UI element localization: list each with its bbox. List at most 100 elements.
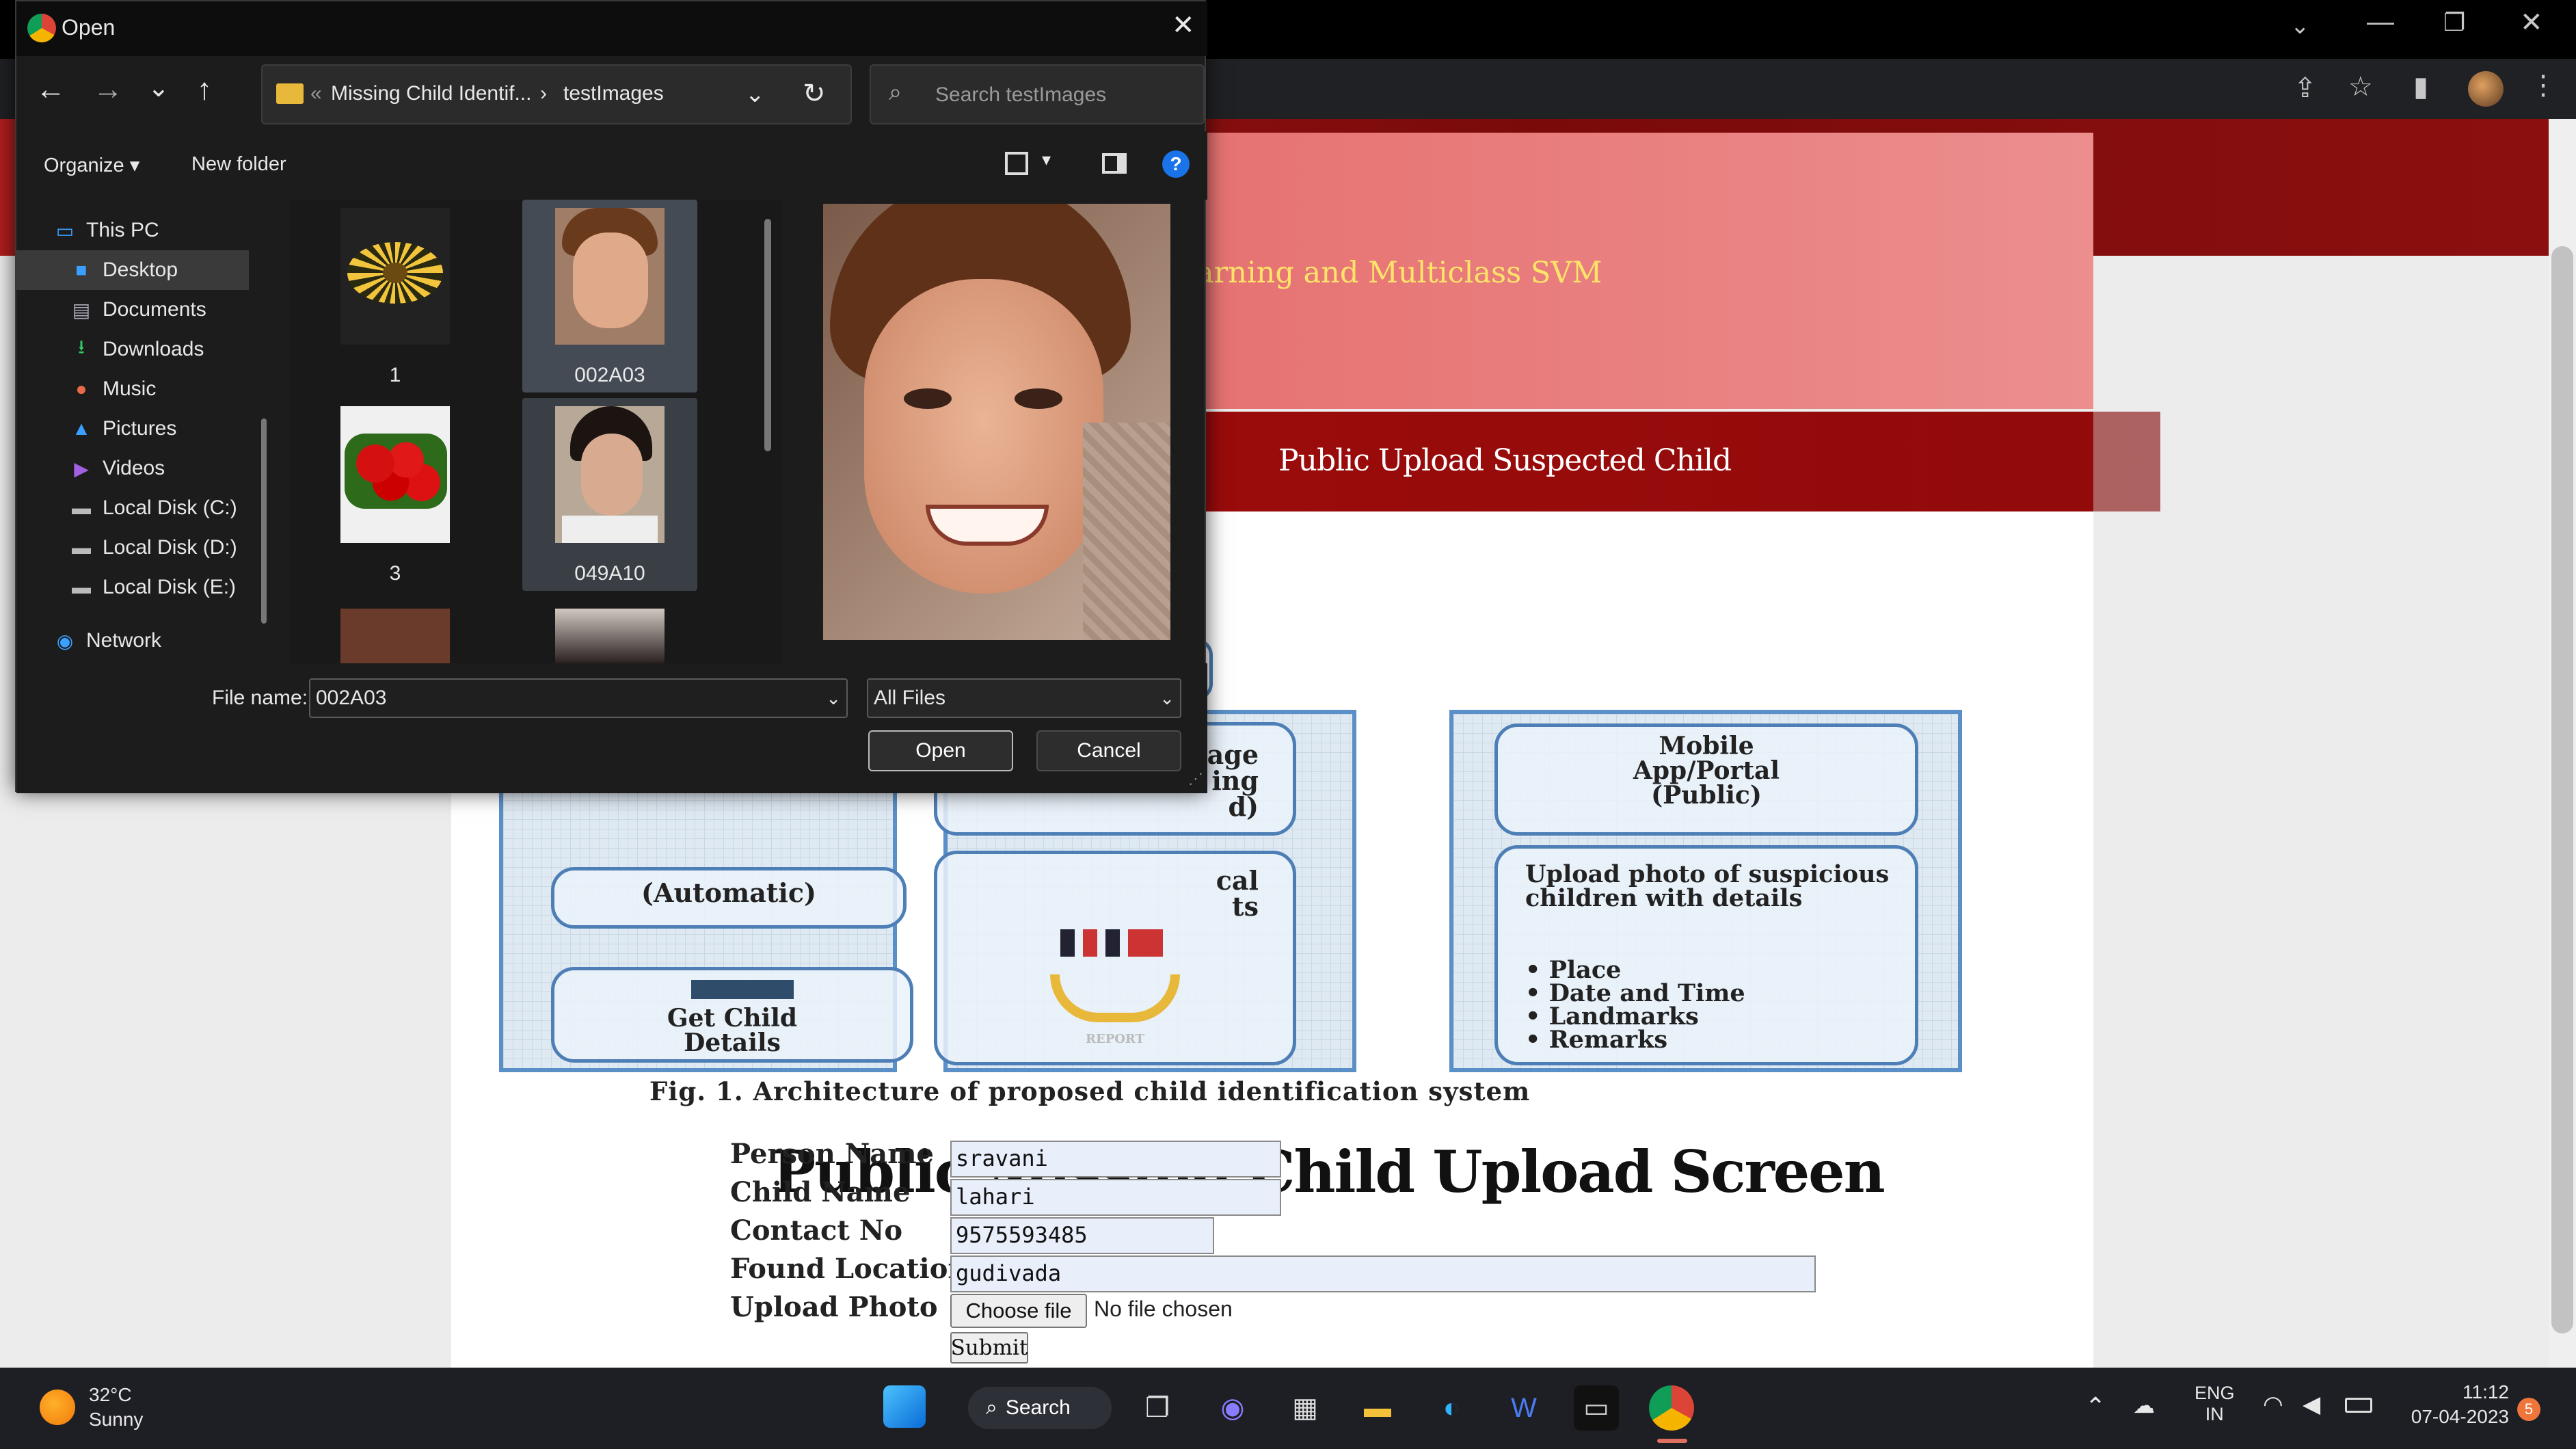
terminal-icon[interactable]: ▭ (1574, 1385, 1619, 1431)
choose-file-button[interactable]: Choose file (950, 1294, 1087, 1328)
sidebar-icon[interactable]: ▮ (2413, 71, 2428, 103)
up-arrow-icon[interactable]: ↑ (197, 72, 212, 107)
nav-item-desktop[interactable]: ■ Desktop (16, 250, 249, 290)
organize-button[interactable]: Organize ▾ (44, 153, 139, 177)
taskbar-search[interactable]: ⌕ Search (968, 1387, 1112, 1429)
clock-date[interactable]: 07-04-2023 (2393, 1406, 2509, 1428)
gauge-icon (1050, 974, 1180, 1022)
view-chevron-icon[interactable]: ▾ (1042, 149, 1051, 170)
nav-item-network[interactable]: ◉ Network (16, 621, 249, 661)
scrollbar-thumb[interactable] (2551, 246, 2573, 1333)
file-list-scrollbar[interactable] (764, 219, 771, 451)
figure-bullet: • Remarks (1525, 1026, 1668, 1054)
chart-icon (1060, 929, 1163, 957)
open-button[interactable]: Open (868, 730, 1013, 771)
figure-upload-box: Upload photo of suspicious children with… (1494, 845, 1918, 1065)
recent-chevron-icon[interactable]: ⌄ (148, 72, 170, 103)
weather-temp[interactable]: 32°C (89, 1384, 132, 1406)
contact-label: Contact No (730, 1214, 902, 1247)
new-folder-button[interactable]: New folder (191, 153, 286, 176)
nav-item-disk-e[interactable]: ▬ Local Disk (E:) (16, 568, 249, 607)
submit-button[interactable]: Submit (950, 1332, 1028, 1364)
file-name: 1 (389, 364, 401, 386)
navpane-scrollbar[interactable] (261, 418, 267, 624)
file-type-select[interactable]: All Files ⌄ (867, 678, 1181, 718)
nav-tab-label[interactable]: Public Upload Suspected Child (1278, 443, 1732, 478)
tab-search-chevron-icon[interactable]: ⌄ (2290, 12, 2310, 40)
back-arrow-icon[interactable]: ← (36, 72, 66, 107)
battery-icon[interactable] (2345, 1398, 2372, 1413)
preview-pane-icon[interactable] (1102, 153, 1127, 174)
cancel-button[interactable]: Cancel (1036, 730, 1181, 771)
word-icon[interactable]: W (1501, 1385, 1546, 1431)
onedrive-icon[interactable]: ☁ (2133, 1392, 2155, 1418)
file-item[interactable]: 1 (308, 200, 483, 393)
location-field[interactable]: gudivada (950, 1255, 1816, 1292)
nav-item-music[interactable]: ● Music (16, 369, 249, 409)
chrome-icon (27, 14, 56, 42)
resize-grip-icon[interactable]: ⋰ (1188, 770, 1203, 788)
notification-badge[interactable]: 5 (2517, 1398, 2540, 1421)
file-item-selected[interactable]: 002A03 (522, 200, 697, 393)
file-name: 002A03 (574, 364, 645, 386)
share-icon[interactable]: ⇪ (2294, 72, 2317, 104)
close-window-icon[interactable]: ✕ (2520, 7, 2543, 38)
clock-time[interactable]: 11:12 (2434, 1381, 2509, 1403)
forward-arrow-icon[interactable]: → (93, 72, 123, 107)
nav-item-documents[interactable]: ▤ Documents (16, 290, 249, 330)
avatar[interactable] (2468, 71, 2504, 107)
language-indicator[interactable]: ENG IN (2195, 1383, 2235, 1425)
address-bar[interactable]: « Missing Child Identif... › testImages … (261, 64, 852, 124)
star-icon[interactable]: ☆ (2348, 71, 2373, 103)
person-name-field[interactable]: sravani (950, 1141, 1281, 1178)
sun-icon (40, 1390, 75, 1425)
open-file-dialog: Open ✕ ← → ⌄ ↑ « Missing Child Identif..… (15, 0, 1207, 793)
no-file-text: No file chosen (1094, 1297, 1233, 1321)
figure-automatic-box: (Automatic) (551, 867, 907, 929)
filename-input[interactable]: 002A03 ⌄ (309, 678, 848, 718)
file-item[interactable]: 3 (308, 398, 483, 591)
videos-icon: ▶ (74, 457, 89, 479)
chrome-taskbar-icon[interactable] (1649, 1385, 1694, 1431)
file-type-chevron-icon[interactable]: ⌄ (1159, 688, 1175, 709)
dialog-search-box[interactable]: ⌕ Search testImages (870, 64, 1205, 124)
figure-text: cal ts (1216, 865, 1259, 922)
chat-icon[interactable]: ◉ (1210, 1385, 1255, 1431)
disk-icon: ▬ (72, 537, 91, 558)
nav-item-downloads[interactable]: ⭳ Downloads (16, 330, 249, 369)
store-icon[interactable]: ▦ (1283, 1385, 1328, 1431)
search-icon: ⌕ (986, 1396, 997, 1419)
nav-item-this-pc[interactable]: ▭ This PC (16, 211, 249, 250)
edge-icon[interactable]: ◐ (1429, 1385, 1474, 1431)
wifi-icon[interactable]: ◠ (2263, 1391, 2283, 1418)
dialog-close-icon[interactable]: ✕ (1172, 10, 1195, 41)
child-name-field[interactable]: lahari (950, 1179, 1281, 1216)
nav-item-videos[interactable]: ▶ Videos (16, 449, 249, 488)
task-view-icon[interactable]: ❐ (1135, 1385, 1180, 1431)
nav-item-disk-c[interactable]: ▬ Local Disk (C:) (16, 488, 249, 528)
weather-desc[interactable]: Sunny (89, 1409, 143, 1431)
breadcrumb-item[interactable]: testImages (563, 82, 664, 105)
refresh-icon[interactable]: ↻ (803, 78, 826, 109)
volume-icon[interactable]: ◀ (2303, 1391, 2320, 1418)
restore-icon[interactable]: ❐ (2443, 8, 2465, 37)
filename-chevron-icon[interactable]: ⌄ (826, 688, 841, 709)
breadcrumb-overflow[interactable]: « (310, 82, 322, 105)
start-icon[interactable] (883, 1385, 926, 1428)
file-item[interactable]: 049A10 (522, 398, 697, 591)
address-chevron-icon[interactable]: ⌄ (745, 81, 765, 108)
file-explorer-icon[interactable]: ▬ (1355, 1385, 1400, 1431)
contact-field[interactable]: 9575593485 (950, 1217, 1214, 1254)
minimize-icon[interactable]: — (2367, 7, 2394, 38)
tray-chevron-icon[interactable]: ⌃ (2085, 1392, 2106, 1421)
dialog-search-input[interactable]: Search testImages (935, 83, 1106, 107)
file-thumbnail (555, 406, 665, 543)
nav-item-disk-d[interactable]: ▬ Local Disk (D:) (16, 528, 249, 568)
view-icon[interactable] (1005, 152, 1028, 175)
nav-item-pictures[interactable]: ▲ Pictures (16, 409, 249, 449)
kebab-menu-icon[interactable]: ⋮ (2530, 70, 2557, 101)
preview-image (823, 204, 1170, 640)
breadcrumb-item[interactable]: Missing Child Identif... (331, 82, 531, 105)
help-icon[interactable]: ? (1162, 150, 1190, 178)
figure-text: REPORT (1086, 1032, 1144, 1046)
